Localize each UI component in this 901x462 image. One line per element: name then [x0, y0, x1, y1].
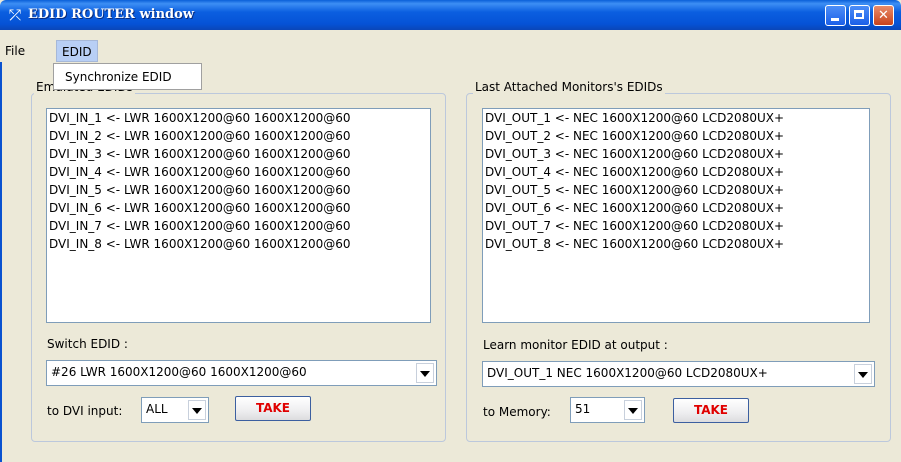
list-item[interactable]: DVI_IN_8 <- LWR 1600X1200@60 1600X1200@6… — [49, 235, 351, 253]
switch-edid-dropdown-button[interactable] — [416, 363, 434, 383]
minimize-button[interactable] — [825, 5, 846, 26]
memory-combo[interactable]: 51 — [570, 397, 645, 423]
memory-value: 51 — [575, 402, 591, 416]
list-item[interactable]: DVI_IN_3 <- LWR 1600X1200@60 1600X1200@6… — [49, 145, 351, 163]
maximize-button[interactable] — [849, 5, 870, 26]
list-item[interactable]: DVI_IN_1 <- LWR 1600X1200@60 1600X1200@6… — [49, 109, 351, 127]
close-icon: ✕ — [878, 8, 889, 23]
chevron-down-icon — [628, 408, 638, 414]
memory-label: to Memory: — [483, 405, 551, 419]
list-item[interactable]: DVI_OUT_3 <- NEC 1600X1200@60 LCD2080UX+ — [485, 145, 784, 163]
title-bar[interactable]: ⤱ EDID ROUTER window ✕ — [0, 0, 901, 30]
list-item[interactable]: DVI_OUT_8 <- NEC 1600X1200@60 LCD2080UX+ — [485, 235, 784, 253]
minimize-icon — [831, 18, 839, 21]
window-title: EDID ROUTER window — [28, 7, 194, 22]
maximize-icon — [854, 10, 864, 19]
take-button-left[interactable]: TAKE — [235, 396, 311, 421]
dvi-input-dropdown-button[interactable] — [188, 400, 206, 420]
dvi-input-label: to DVI input: — [47, 404, 123, 418]
menu-bar: File EDID — [0, 40, 901, 62]
dvi-input-value: ALL — [146, 402, 168, 416]
edid-router-window: ⤱ EDID ROUTER window ✕ File EDID Synchro… — [0, 0, 901, 462]
window-left-border — [0, 62, 2, 462]
list-item[interactable]: DVI_OUT_5 <- NEC 1600X1200@60 LCD2080UX+ — [485, 181, 784, 199]
list-item[interactable]: DVI_IN_2 <- LWR 1600X1200@60 1600X1200@6… — [49, 127, 351, 145]
dvi-input-combo[interactable]: ALL — [141, 397, 209, 423]
monitor-edids-title: Last Attached Monitors's EDIDs — [473, 80, 665, 95]
router-icon: ⤱ — [8, 6, 21, 24]
list-item[interactable]: DVI_IN_5 <- LWR 1600X1200@60 1600X1200@6… — [49, 181, 351, 199]
emulated-edids-list[interactable]: DVI_IN_1 <- LWR 1600X1200@60 1600X1200@6… — [46, 108, 431, 323]
list-item[interactable]: DVI_OUT_6 <- NEC 1600X1200@60 LCD2080UX+ — [485, 199, 784, 217]
list-item[interactable]: DVI_IN_7 <- LWR 1600X1200@60 1600X1200@6… — [49, 217, 351, 235]
learn-monitor-label: Learn monitor EDID at output : — [483, 338, 668, 352]
chevron-down-icon — [420, 371, 430, 377]
menu-edid[interactable]: EDID — [56, 40, 98, 62]
switch-edid-value: #26 LWR 1600X1200@60 1600X1200@60 — [51, 365, 307, 379]
learn-monitor-dropdown-button[interactable] — [854, 364, 872, 384]
chevron-down-icon — [858, 372, 868, 378]
learn-monitor-combo[interactable]: DVI_OUT_1 NEC 1600X1200@60 LCD2080UX+ — [482, 361, 875, 387]
menu-item-synchronize-edid[interactable]: Synchronize EDID — [65, 70, 172, 84]
monitor-edids-list[interactable]: DVI_OUT_1 <- NEC 1600X1200@60 LCD2080UX+… — [482, 108, 870, 323]
take-button-right[interactable]: TAKE — [673, 398, 749, 423]
list-item[interactable]: DVI_OUT_2 <- NEC 1600X1200@60 LCD2080UX+ — [485, 127, 784, 145]
chevron-down-icon — [192, 408, 202, 414]
menu-file[interactable]: File — [2, 40, 28, 62]
edid-menu-dropdown: Synchronize EDID — [53, 63, 202, 90]
list-item[interactable]: DVI_OUT_7 <- NEC 1600X1200@60 LCD2080UX+ — [485, 217, 784, 235]
close-button[interactable]: ✕ — [873, 5, 894, 26]
list-item[interactable]: DVI_OUT_4 <- NEC 1600X1200@60 LCD2080UX+ — [485, 163, 784, 181]
switch-edid-label: Switch EDID : — [47, 337, 128, 351]
list-item[interactable]: DVI_IN_4 <- LWR 1600X1200@60 1600X1200@6… — [49, 163, 351, 181]
switch-edid-combo[interactable]: #26 LWR 1600X1200@60 1600X1200@60 — [46, 360, 437, 386]
memory-dropdown-button[interactable] — [624, 400, 642, 420]
learn-monitor-value: DVI_OUT_1 NEC 1600X1200@60 LCD2080UX+ — [487, 366, 768, 380]
list-item[interactable]: DVI_OUT_1 <- NEC 1600X1200@60 LCD2080UX+ — [485, 109, 784, 127]
list-item[interactable]: DVI_IN_6 <- LWR 1600X1200@60 1600X1200@6… — [49, 199, 351, 217]
